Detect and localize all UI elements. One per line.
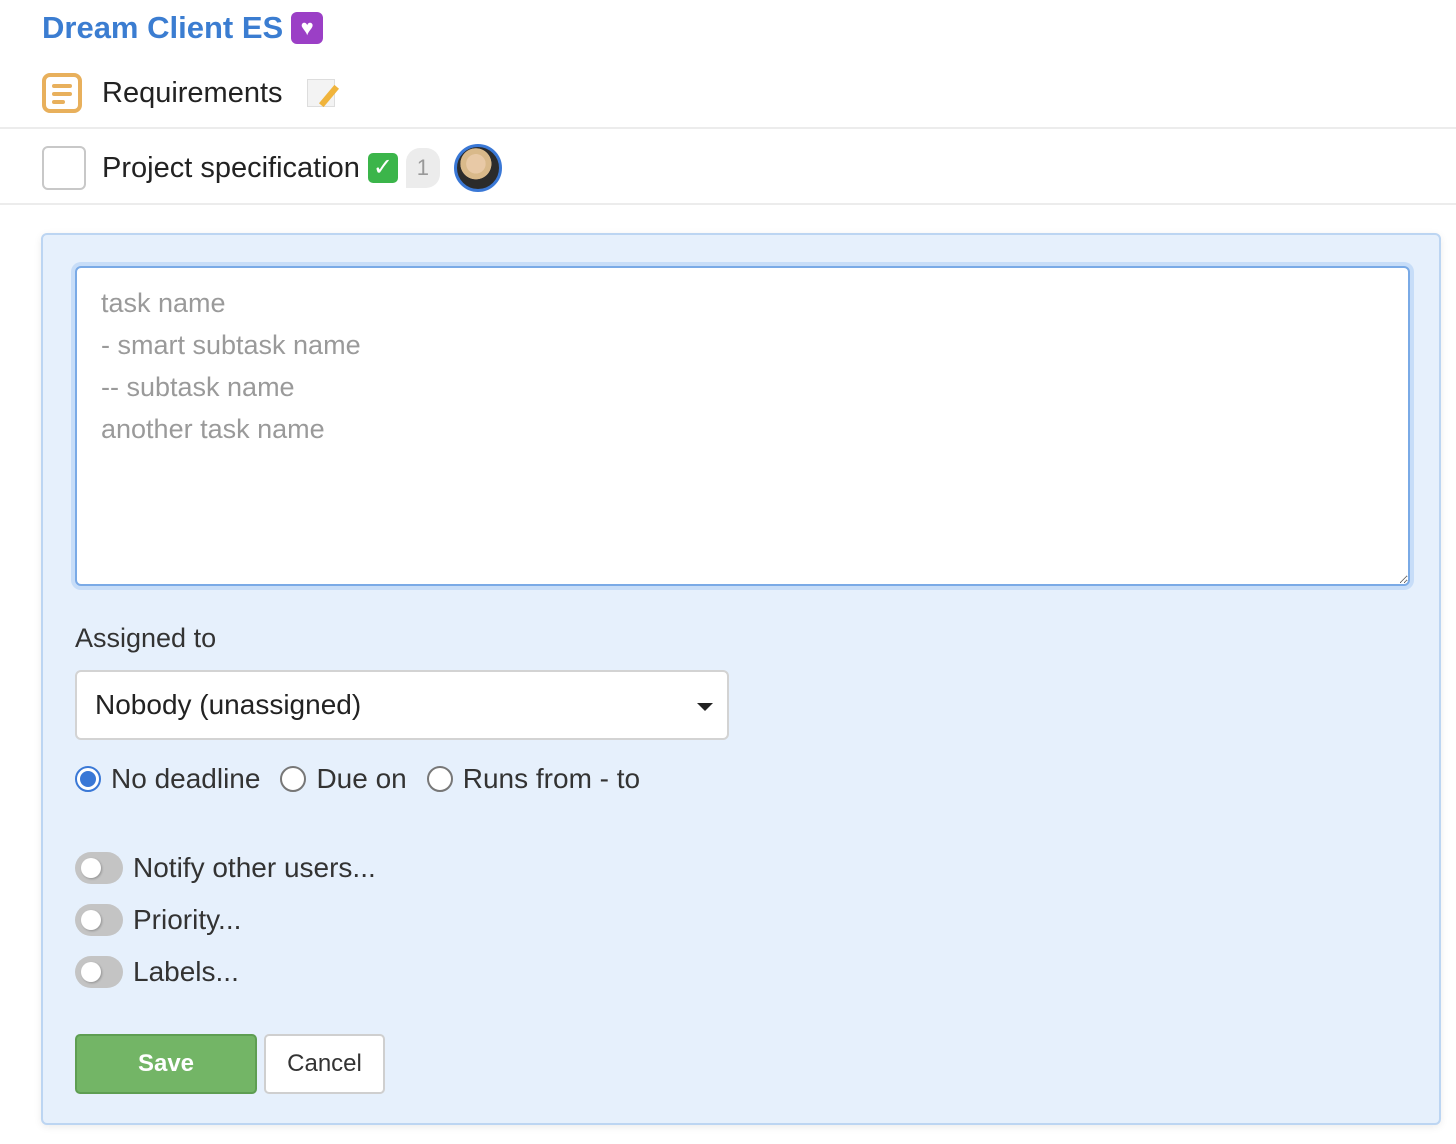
assigned-to-label: Assigned to (75, 623, 217, 653)
radio-button[interactable] (280, 766, 307, 792)
toggle-label: Notify other users... (133, 852, 376, 883)
toggle-switch[interactable] (75, 852, 123, 884)
purple-heart-icon: ♥ (291, 12, 324, 44)
toggle-priority[interactable]: Priority... (75, 904, 241, 936)
radio-label: No deadline (111, 763, 261, 794)
assignee-avatar[interactable] (453, 144, 502, 192)
toggle-label: Priority... (133, 904, 242, 935)
save-button[interactable]: Save (75, 1034, 257, 1094)
list-header: Requirements (42, 70, 335, 116)
chevron-down-icon (697, 703, 713, 711)
task-checkbox[interactable] (42, 146, 86, 190)
radio-label: Runs from - to (462, 763, 641, 794)
divider (0, 127, 1456, 129)
task-names-textarea[interactable] (75, 266, 1410, 586)
comment-count-badge[interactable]: 1 (405, 148, 440, 188)
project-title[interactable]: Dream Client ES ♥ (42, 10, 324, 46)
project-title-text[interactable]: Dream Client ES (42, 10, 283, 46)
list-icon (42, 73, 82, 113)
cancel-button[interactable]: Cancel (264, 1034, 385, 1094)
deadline-options: No deadline Due on Runs from - to (75, 763, 660, 795)
toggle-switch[interactable] (75, 956, 123, 988)
assignee-select-value: Nobody (unassigned) (95, 689, 362, 720)
toggle-notify-users[interactable]: Notify other users... (75, 852, 376, 884)
check-mark-button-icon: ✓ (367, 153, 398, 183)
task-name[interactable]: Project specification (102, 152, 360, 185)
divider (0, 203, 1456, 205)
radio-label: Due on (316, 763, 407, 794)
assignee-select[interactable]: Nobody (unassigned) (75, 670, 729, 740)
memo-icon (306, 79, 335, 107)
new-task-form: Assigned to Nobody (unassigned) No deadl… (41, 233, 1441, 1125)
radio-no-deadline[interactable]: No deadline (75, 763, 260, 795)
toggle-switch[interactable] (75, 904, 123, 936)
toggle-labels[interactable]: Labels... (75, 956, 239, 988)
task-item: Project specification ✓ 1 (42, 144, 502, 192)
radio-button[interactable] (75, 766, 101, 792)
radio-runs-from-to[interactable]: Runs from - to (426, 763, 641, 795)
toggle-label: Labels... (133, 956, 239, 987)
radio-due-on[interactable]: Due on (280, 763, 407, 795)
list-name[interactable]: Requirements (102, 77, 283, 110)
radio-button[interactable] (426, 766, 453, 792)
